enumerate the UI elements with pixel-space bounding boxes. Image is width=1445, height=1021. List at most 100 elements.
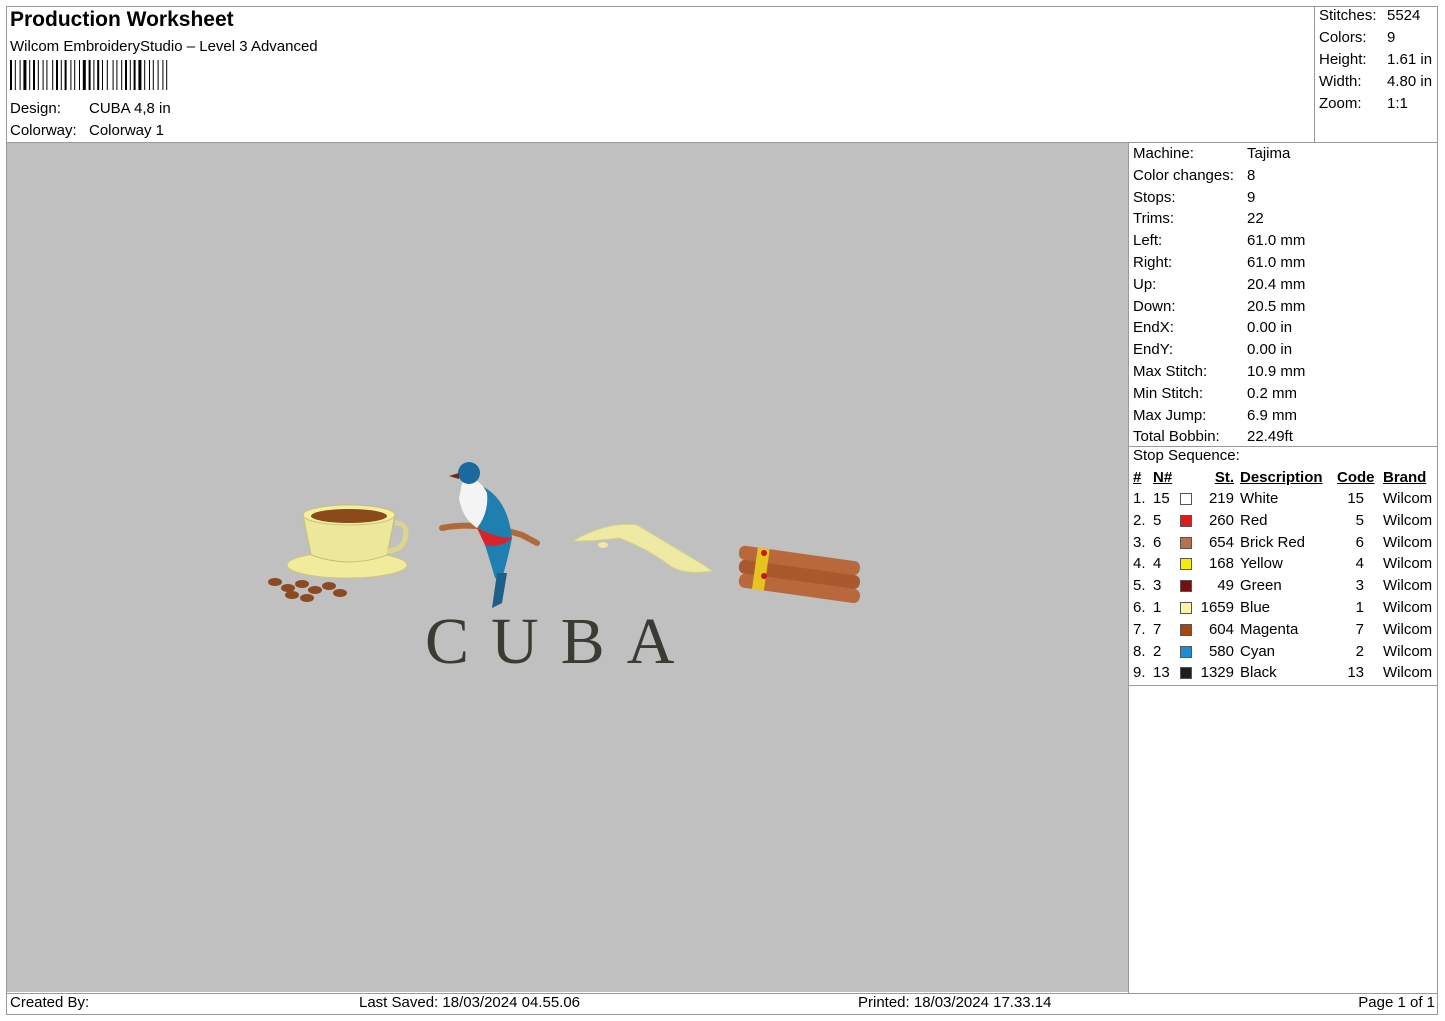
stop-code: 5	[1355, 511, 1364, 529]
stop-description: Black	[1240, 664, 1277, 682]
color-swatch	[1180, 493, 1192, 505]
spec-label: EndX:	[1133, 319, 1174, 337]
software-name: Wilcom EmbroideryStudio – Level 3 Advanc…	[10, 38, 318, 55]
height-row: Height: 1.61 in	[1319, 51, 1439, 71]
color-swatch	[1180, 623, 1192, 636]
spec-row: Total Bobbin: 22.49ft	[1133, 426, 1433, 448]
colorway-value: Colorway 1	[89, 122, 165, 139]
stop-code: 13	[1347, 664, 1364, 682]
stop-row: 1. 15 219 White 15 Wilcom	[1131, 490, 1437, 511]
page-title: Production Worksheet	[10, 8, 234, 31]
tocororo-bird-icon	[439, 462, 540, 608]
spec-row: Trims: 22	[1133, 208, 1433, 230]
spec-label: Left:	[1133, 232, 1163, 250]
col-needle: N#	[1153, 469, 1173, 486]
cigars-icon	[738, 545, 861, 604]
color-swatch	[1180, 536, 1192, 549]
stop-description: Magenta	[1240, 620, 1299, 638]
stop-description: Red	[1240, 511, 1268, 529]
col-brand: Brand	[1383, 469, 1427, 486]
spec-value: 20.4 mm	[1247, 275, 1306, 293]
stop-needle: 2	[1153, 642, 1162, 660]
spec-value: 22	[1247, 210, 1264, 228]
spec-value: 6.9 mm	[1247, 406, 1298, 424]
spec-label: Trims:	[1133, 210, 1175, 228]
spec-row: Left: 61.0 mm	[1133, 230, 1433, 252]
spec-value: 61.0 mm	[1247, 253, 1306, 271]
spec-value: 8	[1247, 166, 1256, 184]
zoom-label: Zoom:	[1319, 95, 1362, 112]
spec-value: 0.00 in	[1247, 319, 1293, 337]
spec-label: EndY:	[1133, 341, 1174, 359]
stop-code: 2	[1355, 642, 1364, 660]
stop-number: 6.	[1133, 599, 1146, 616]
spec-row: Max Jump: 6.9 mm	[1133, 405, 1433, 427]
spec-label: Color changes:	[1133, 166, 1234, 184]
footer-divider	[6, 993, 1438, 994]
stop-code: 15	[1347, 490, 1364, 507]
stop-sequence-title: Stop Sequence:	[1133, 447, 1240, 464]
stop-code: 3	[1355, 577, 1364, 595]
stop-brand: Wilcom	[1383, 555, 1433, 573]
spec-row: Down: 20.5 mm	[1133, 296, 1433, 318]
stop-number: 4.	[1133, 555, 1146, 573]
color-swatch	[1180, 514, 1192, 527]
colors-row: Colors: 9	[1319, 29, 1439, 49]
spec-row: Right: 61.0 mm	[1133, 252, 1433, 274]
stop-row: 4. 4 168 Yellow 4 Wilcom	[1131, 555, 1437, 576]
colorway-label: Colorway:	[10, 122, 77, 139]
spec-label: Max Jump:	[1133, 406, 1207, 424]
stop-stitches: 49	[1217, 577, 1234, 595]
stop-number: 9.	[1133, 664, 1146, 682]
cuba-map-icon	[571, 523, 714, 573]
colors-label: Colors:	[1319, 29, 1367, 46]
spec-label: Stops:	[1133, 188, 1176, 206]
spec-row: Color changes: 8	[1133, 165, 1433, 187]
stop-row: 9. 13 1329 Black 13 Wilcom	[1131, 664, 1437, 685]
stitches-label: Stitches:	[1319, 7, 1377, 24]
stop-number: 2.	[1133, 511, 1146, 529]
page-number: Page 1 of 1	[1358, 994, 1435, 1011]
spec-label: Up:	[1133, 275, 1157, 293]
created-by: Created By:	[10, 994, 90, 1011]
stop-brand: Wilcom	[1383, 490, 1433, 507]
spec-value: 9	[1247, 188, 1256, 206]
coffee-beans-icon	[268, 578, 347, 602]
stop-code: 4	[1355, 555, 1364, 573]
last-saved: Last Saved: 18/03/2024 04.55.06	[359, 994, 581, 1011]
spec-value: 0.00 in	[1247, 341, 1293, 359]
colorway-row: Colorway: Colorway 1	[10, 122, 410, 142]
spec-value: Tajima	[1247, 145, 1291, 162]
stop-stitches: 219	[1208, 490, 1234, 507]
col-num: #	[1133, 469, 1142, 486]
stop-number: 7.	[1133, 620, 1146, 638]
summary-divider	[1314, 6, 1315, 143]
spec-value: 0.2 mm	[1247, 384, 1298, 402]
stop-description: White	[1240, 490, 1279, 507]
stop-brand: Wilcom	[1383, 533, 1433, 551]
spec-row: Stops: 9	[1133, 187, 1433, 209]
color-swatch	[1180, 580, 1192, 593]
stop-brand: Wilcom	[1383, 620, 1433, 638]
stop-code: 7	[1355, 620, 1364, 638]
stop-description: Green	[1240, 577, 1282, 595]
stitches-value: 5524	[1387, 7, 1421, 24]
stop-row: 2. 5 260 Red 5 Wilcom	[1131, 512, 1437, 533]
stop-stitches: 604	[1208, 620, 1234, 638]
stop-stitches: 1329	[1200, 664, 1234, 682]
stop-row: 6. 1 1659 Blue 1 Wilcom	[1131, 599, 1437, 620]
stop-needle: 4	[1153, 555, 1162, 573]
stop-sequence-header: # N# St. Description Code Brand	[1131, 469, 1437, 489]
width-label: Width:	[1319, 73, 1362, 90]
stop-needle: 13	[1153, 664, 1170, 682]
embroidery-preview: CUBA	[268, 462, 861, 678]
stop-needle: 15	[1153, 490, 1170, 507]
spec-row: Min Stitch: 0.2 mm	[1133, 383, 1433, 405]
spec-value: 10.9 mm	[1247, 362, 1306, 380]
stop-needle: 6	[1153, 533, 1162, 551]
stop-brand: Wilcom	[1383, 577, 1433, 595]
stop-row: 8. 2 580 Cyan 2 Wilcom	[1131, 643, 1437, 664]
spec-row: EndY: 0.00 in	[1133, 339, 1433, 361]
stop-number: 8.	[1133, 642, 1146, 660]
color-swatch	[1180, 667, 1192, 680]
